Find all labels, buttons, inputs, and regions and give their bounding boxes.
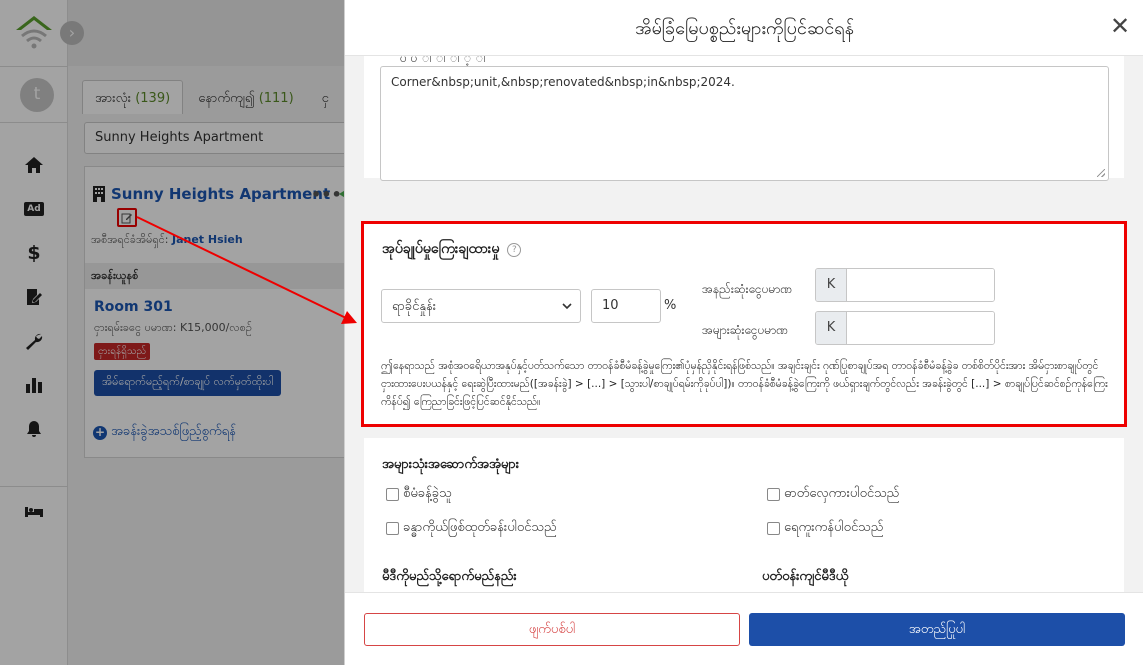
modal-header: အိမ်ခြံမြေပစ္စည်းများကိုပြင်ဆင်ရန် ✕ [345, 0, 1143, 56]
description-textarea[interactable]: Corner&nbsp;unit,&nbsp;renovated&nbsp;in… [380, 66, 1109, 181]
facility-checkbox[interactable]: ဓာတ်လှေကားပါဝင်သည် [767, 485, 899, 504]
help-icon[interactable]: ? [507, 242, 522, 257]
facility-label: ဓာတ်လှေကားပါဝင်သည် [784, 486, 900, 501]
commission-type-value: ရာခိုင်နှုန်း [392, 299, 437, 314]
modal-title: အိမ်ခြံမြေပစ္စည်းများကိုပြင်ဆင်ရန် [635, 18, 854, 39]
currency-prefix: K [816, 269, 847, 301]
checkbox-icon[interactable] [767, 522, 780, 535]
max-amount-label: အများဆုံးငွေပမာဏ [702, 323, 789, 337]
cancel-button[interactable]: ဖျက်ပစ်ပါ [364, 613, 740, 646]
facility-checkbox[interactable]: ခန္ဓာကိုယ်ဖြစ်ထုတ်ခန်းပါဝင်သည် [386, 519, 557, 538]
facility-checkbox[interactable]: စီမံခန့်ခွဲသူ [386, 485, 452, 504]
checkbox-icon[interactable] [386, 522, 399, 535]
min-amount-input[interactable] [847, 269, 994, 301]
commission-percent-input[interactable]: 10 [591, 289, 661, 323]
chevron-down-icon [562, 303, 572, 310]
commission-note: ဤနေရာသည် အစုံအဝရေိယာအနုပ်နှင့်ပတ်သက်သော … [381, 360, 1108, 408]
description-section: ပ ပ ါ ါ ါ ့ ါ Corner&nbsp;unit,&nbsp;ren… [364, 56, 1124, 181]
commission-section: အုပ်ချုပ်မှုကြေးချထားမှု ? ရာခိုင်နှုန်း… [361, 221, 1127, 427]
facility-label: ခန္ဓာကိုယ်ဖြစ်ထုတ်ခန်းပါဝင်သည် [403, 520, 557, 535]
facility-label: ရေကူးကန်ပါဝင်သည် [784, 520, 884, 535]
min-amount-field: K [815, 268, 995, 302]
min-amount-label: အနည်းဆုံးငွေပမာဏ [702, 282, 793, 296]
resize-handle-icon[interactable] [1097, 169, 1105, 177]
currency-prefix: K [816, 312, 847, 344]
modal-body[interactable]: ပ ပ ါ ါ ါ ့ ါ Corner&nbsp;unit,&nbsp;ren… [345, 56, 1143, 592]
checkbox-icon[interactable] [767, 488, 780, 501]
facility-checkbox[interactable]: ရေကူးကန်ပါဝင်သည် [767, 519, 883, 538]
description-value: Corner&nbsp;unit,&nbsp;renovated&nbsp;in… [391, 75, 735, 89]
facilities-heading: အများသုံးအဆောက်အအုံများ [382, 457, 520, 472]
checkbox-icon[interactable] [386, 488, 399, 501]
facilities-section: အများသုံးအဆောက်အအုံများ စီမံခန့်ခွဲသူ ဓာ… [364, 438, 1124, 592]
edit-property-modal: အိမ်ခြံမြေပစ္စည်းများကိုပြင်ဆင်ရန် ✕ ပ ပ… [344, 0, 1143, 665]
facility-label: စီမံခန့်ခွဲသူ [403, 486, 452, 501]
max-amount-input[interactable] [847, 312, 994, 344]
close-icon[interactable]: ✕ [1108, 14, 1132, 38]
percent-sign: % [664, 298, 677, 313]
surrounding-media-heading: ပတ်ဝန်းကျင်မီဒီယို [762, 569, 849, 584]
modal-footer: ဖျက်ပစ်ပါ အတည်ပြုပါ [345, 592, 1143, 665]
commission-title-text: အုပ်ချုပ်မှုကြေးချထားမှု [382, 241, 500, 257]
max-amount-field: K [815, 311, 995, 345]
commission-type-select[interactable]: ရာခိုင်နှုန်း [381, 289, 581, 323]
commission-title: အုပ်ချုပ်မှုကြေးချထားမှု ? [382, 239, 522, 260]
confirm-button[interactable]: အတည်ပြုပါ [749, 613, 1125, 646]
media-access-heading: မီဒီကိုမည်သို့ရောက်မည်နည်း [382, 569, 517, 584]
